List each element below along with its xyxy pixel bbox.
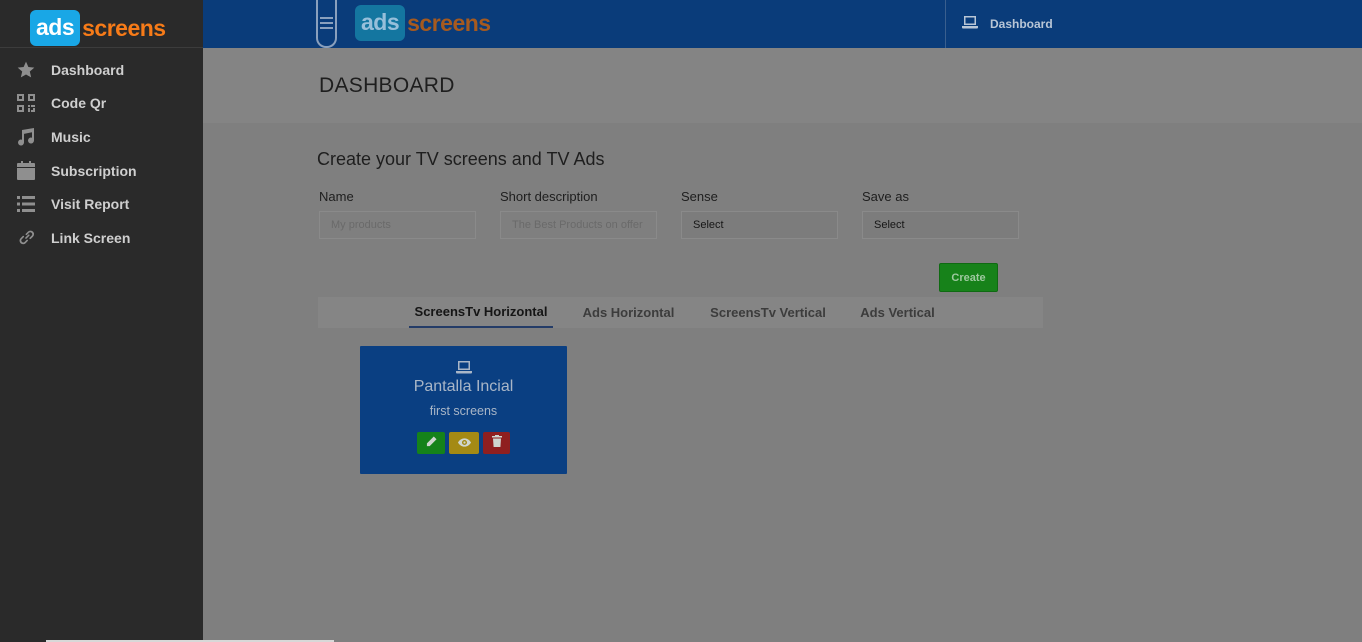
tab-ads-horizontal[interactable]: Ads Horizontal xyxy=(568,297,689,328)
sidebar: ads screens Dashboard Code Qr Music Subs… xyxy=(0,0,203,642)
sidebar-item-code-qr[interactable]: Code Qr xyxy=(0,87,203,121)
save-as-label: Save as xyxy=(862,189,909,204)
delete-button[interactable] xyxy=(483,432,510,454)
sense-label: Sense xyxy=(681,189,718,204)
topbar-dashboard-link[interactable]: Dashboard xyxy=(945,0,1053,48)
music-icon xyxy=(15,127,37,147)
card-subtitle: first screens xyxy=(429,404,498,418)
sidebar-item-link-screen[interactable]: Link Screen xyxy=(0,221,203,255)
adscreens-logo[interactable]: ads screens xyxy=(30,10,166,46)
sidebar-item-label: Dashboard xyxy=(51,61,125,78)
top-navbar: ads screens Dashboard xyxy=(203,0,1362,48)
link-icon xyxy=(15,228,37,248)
sidebar-item-label: Visit Report xyxy=(51,196,130,213)
sense-select[interactable]: Select xyxy=(681,211,838,239)
logo-ads-text: ads xyxy=(355,5,406,41)
sidebar-item-dashboard[interactable]: Dashboard xyxy=(0,53,203,87)
sidebar-item-label: Subscription xyxy=(51,162,137,179)
eye-icon xyxy=(457,434,471,452)
sidebar-menu: Dashboard Code Qr Music Subscription Vis… xyxy=(0,53,203,255)
trash-icon xyxy=(491,434,502,452)
list-icon xyxy=(15,194,37,214)
view-button[interactable] xyxy=(449,432,479,454)
sidebar-item-music[interactable]: Music xyxy=(0,120,203,154)
sidebar-item-label: Music xyxy=(51,128,91,145)
form-heading: Create your TV screens and TV Ads xyxy=(317,149,605,169)
tab-ads-vertical[interactable]: Ads Vertical xyxy=(848,297,947,328)
page-header: DASHBOARD xyxy=(203,48,1362,123)
tab-screenstv-horizontal[interactable]: ScreensTv Horizontal xyxy=(409,297,553,328)
laptop-icon xyxy=(962,16,990,32)
screen-card: Pantalla Incial first screens xyxy=(360,346,567,474)
card-title: Pantalla Incial xyxy=(413,378,514,395)
topbar-dashboard-label: Dashboard xyxy=(990,17,1053,31)
logo-screens-text: screens xyxy=(82,14,166,41)
create-button[interactable]: Create xyxy=(939,263,998,292)
sidebar-item-label: Code Qr xyxy=(51,95,107,112)
name-label: Name xyxy=(319,189,354,204)
edit-button[interactable] xyxy=(417,432,445,454)
description-input[interactable]: The Best Products on offer xyxy=(500,211,657,239)
name-input[interactable]: My products xyxy=(319,211,476,239)
sidebar-item-subscription[interactable]: Subscription xyxy=(0,154,203,188)
page-title: DASHBOARD xyxy=(319,74,455,97)
logo-screens-text: screens xyxy=(407,9,491,36)
laptop-icon xyxy=(456,361,472,379)
pencil-icon xyxy=(425,434,437,452)
logo-ads-text: ads xyxy=(30,10,81,46)
calendar-icon xyxy=(15,161,37,181)
save-as-select[interactable]: Select xyxy=(862,211,1019,239)
tab-screenstv-vertical[interactable]: ScreensTv Vertical xyxy=(703,297,833,328)
sidebar-item-label: Link Screen xyxy=(51,229,131,246)
description-label: Short description xyxy=(500,189,598,204)
qrcode-icon xyxy=(15,93,37,113)
topbar-logo[interactable]: ads screens xyxy=(355,5,491,41)
star-icon xyxy=(15,60,37,80)
screen-type-tabs: ScreensTv Horizontal Ads Horizontal Scre… xyxy=(318,297,1043,328)
card-actions xyxy=(417,432,510,454)
sidebar-header: ads screens xyxy=(0,0,203,48)
menu-toggle-icon[interactable] xyxy=(316,0,337,48)
sidebar-item-visit-report[interactable]: Visit Report xyxy=(0,187,203,221)
